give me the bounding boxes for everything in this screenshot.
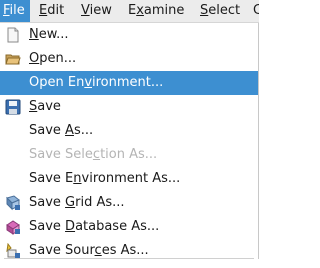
menu-item-save-as[interactable]: Save As... <box>0 119 258 143</box>
menu-item-new[interactable]: New... <box>0 23 258 47</box>
menu-select[interactable]: Select <box>197 0 243 22</box>
folder-open-icon <box>5 51 21 67</box>
menu-item-save-environment-as[interactable]: Save Environment As... <box>0 167 258 191</box>
menu-item-save-selection-as: Save Selection As... <box>29 147 158 162</box>
menu-item-save-grid-as[interactable]: Save Grid As... <box>0 191 258 215</box>
save-grid-icon <box>5 195 21 211</box>
file-menu-dropdown: New... Open... Open Environment... Save … <box>0 23 259 259</box>
new-document-icon <box>5 27 21 43</box>
menu-item-save-database-as[interactable]: Save Database As... <box>0 215 258 239</box>
menu-item-open-environment[interactable]: Open Environment... <box>0 71 258 95</box>
menu-bar: File Edit View Examine Select C <box>0 0 259 23</box>
menu-item-open[interactable]: Open... <box>0 47 258 71</box>
menu-item-save-sources-as[interactable]: Save Sources As... <box>0 239 258 263</box>
menu-truncated[interactable]: C <box>250 0 259 22</box>
save-database-icon <box>5 219 21 235</box>
menu-examine[interactable]: Examine <box>125 0 187 22</box>
save-floppy-icon <box>5 99 21 115</box>
menu-item-save[interactable]: Save <box>0 95 258 119</box>
save-sources-icon <box>5 242 21 259</box>
menu-file[interactable]: File <box>0 0 30 22</box>
menu-edit[interactable]: Edit <box>36 0 67 22</box>
menu-view[interactable]: View <box>78 0 115 22</box>
